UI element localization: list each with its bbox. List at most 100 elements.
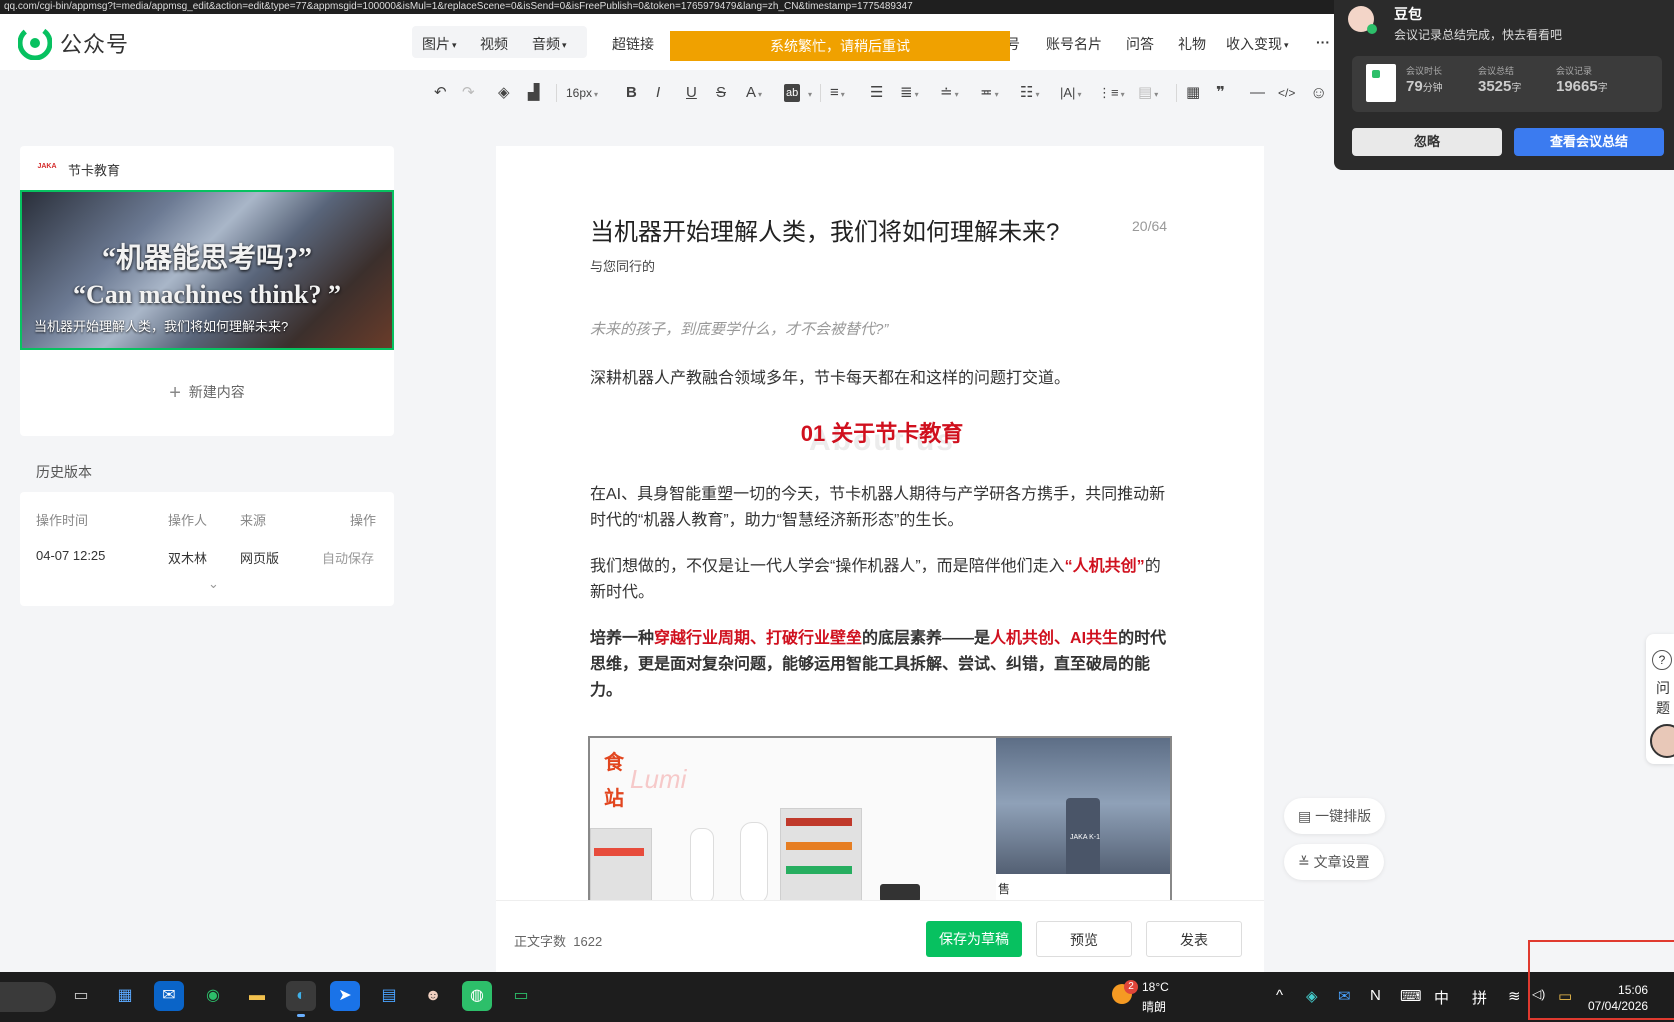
toolbar-divider bbox=[556, 84, 557, 102]
nav-monetize[interactable]: 收入变现 ▾ bbox=[1226, 34, 1289, 54]
paragraph-spacing-icon[interactable]: ≐ ▾ bbox=[940, 84, 959, 104]
nav-audio[interactable]: 音频 ▾ bbox=[532, 34, 567, 54]
article-title-input[interactable]: 当机器开始理解人类，我们将如何理解未来? bbox=[590, 212, 1059, 247]
ignore-button[interactable]: 忽略 bbox=[1352, 128, 1502, 156]
history-versions-card: 操作时间 操作人 来源 操作 04-07 12:25 双木林 网页版 自动保存 … bbox=[20, 492, 394, 606]
clear-format-icon[interactable]: ▟ bbox=[528, 84, 540, 102]
retail-robot-image: 食 站 Lumi bbox=[590, 738, 998, 902]
image-caption: 售 bbox=[998, 882, 1011, 896]
help-label-2: 题 bbox=[1656, 700, 1670, 716]
history-row-operator: 双木林 bbox=[168, 551, 208, 566]
highlight-caret-icon[interactable]: ▾ bbox=[806, 84, 812, 104]
nav-image[interactable]: 图片 ▾ bbox=[422, 34, 457, 54]
ime-pinyin-icon[interactable]: 拼 bbox=[1472, 987, 1487, 1008]
wechat-icon[interactable]: ◍ bbox=[462, 981, 492, 1011]
table-icon[interactable]: ▦ bbox=[1186, 84, 1200, 102]
view-summary-button[interactable]: 查看会议总结 bbox=[1514, 128, 1664, 156]
font-color-icon[interactable]: A ▾ bbox=[746, 84, 762, 104]
publish-button[interactable]: 发表 bbox=[1146, 921, 1242, 957]
shelf-shape bbox=[590, 828, 652, 902]
wechat-work-icon[interactable]: ◉ bbox=[198, 981, 228, 1011]
highlight-icon[interactable]: ab bbox=[784, 84, 801, 102]
task-view-icon[interactable]: ▭ bbox=[66, 981, 96, 1011]
goods-shape bbox=[594, 848, 644, 856]
letter-spacing-icon[interactable]: |A| ▾ bbox=[1060, 84, 1081, 104]
notification-body: 会议记录总结完成，快去看看吧 bbox=[1394, 28, 1563, 42]
doubao-avatar bbox=[1348, 6, 1377, 34]
quote-icon[interactable]: ❞ bbox=[1216, 84, 1225, 102]
tray-chevron-up-icon[interactable]: ^ bbox=[1276, 987, 1283, 1004]
nav-qa[interactable]: 问答 bbox=[1126, 34, 1154, 54]
mp-logo[interactable]: 公众号 bbox=[18, 26, 129, 60]
new-content-button[interactable]: + 新建内容 bbox=[20, 382, 394, 405]
bold-icon[interactable]: B bbox=[626, 84, 637, 102]
save-draft-button[interactable]: 保存为草稿 bbox=[926, 921, 1022, 957]
list-indent-icon[interactable]: ☷ ▾ bbox=[1020, 84, 1039, 104]
preview-button[interactable]: 预览 bbox=[1036, 921, 1132, 957]
robot-arm-shape bbox=[690, 828, 714, 902]
help-side-tab[interactable]: ? 问 题 bbox=[1646, 634, 1674, 764]
goods-shape bbox=[786, 842, 852, 850]
history-row-source: 网页版 bbox=[240, 551, 280, 566]
meeting-app-icon[interactable]: ▭ bbox=[506, 981, 536, 1011]
edge-browser-icon[interactable]: ◐ bbox=[286, 981, 316, 1017]
one-click-layout-button[interactable]: ▤ 一键排版 bbox=[1284, 798, 1386, 834]
history-row-action[interactable]: 自动保存 bbox=[322, 548, 374, 567]
float-icon[interactable]: ▤ ▾ bbox=[1138, 84, 1158, 104]
nav-hyperlink[interactable]: 超链接 bbox=[612, 34, 654, 54]
cover-quote-en: “Can machines think? ” bbox=[73, 280, 341, 309]
weather-badge: 2 bbox=[1124, 980, 1138, 994]
paragraph-after-icon[interactable]: ≖ ▾ bbox=[980, 84, 999, 104]
cover-caption: 当机器开始理解人类，我们将如何理解未来? bbox=[34, 319, 289, 334]
notepad-icon[interactable]: ▤ bbox=[374, 981, 404, 1011]
nav-gift[interactable]: 礼物 bbox=[1178, 34, 1206, 54]
line-spacing-icon[interactable]: ≣ ▾ bbox=[900, 84, 919, 104]
notion-icon[interactable]: N bbox=[1370, 987, 1381, 1004]
highlight-annotation-box bbox=[1528, 940, 1674, 1020]
feishu-icon[interactable]: ➤ bbox=[330, 981, 360, 1011]
font-size-select[interactable]: 16px ▾ bbox=[566, 84, 598, 104]
indent-icon[interactable]: ☰ bbox=[870, 84, 883, 102]
article-editor[interactable]: 当机器开始理解人类，我们将如何理解未来? 20/64 与您同行的 未来的孩子，到… bbox=[496, 146, 1264, 902]
article-cover-thumbnail[interactable]: “机器能思考吗?” “Can machines think? ” 当机器开始理解… bbox=[20, 190, 394, 350]
code-icon[interactable]: </> bbox=[1278, 84, 1295, 102]
nav-video[interactable]: 视频 bbox=[480, 34, 508, 54]
strikethrough-icon[interactable]: S bbox=[716, 84, 726, 102]
nav-account-card[interactable]: 账号名片 bbox=[1046, 34, 1102, 54]
author-input[interactable]: 与您同行的 bbox=[590, 256, 655, 275]
editor-footer: 正文字数 1622 保存为草稿 预览 发表 bbox=[496, 900, 1264, 973]
stat-value-duration: 79分钟 bbox=[1406, 78, 1443, 95]
italic-icon[interactable]: I bbox=[656, 84, 660, 102]
robot-arm-shape bbox=[740, 822, 768, 902]
help-icon: ? bbox=[1652, 650, 1672, 670]
redo-icon[interactable]: ↷ bbox=[462, 84, 475, 102]
outlook-icon[interactable]: ✉ bbox=[154, 981, 184, 1011]
stat-value-record: 19665字 bbox=[1556, 78, 1608, 95]
history-header-operator: 操作人 bbox=[168, 513, 208, 528]
account-row: JAKA 节卡教育 bbox=[36, 160, 120, 179]
align-icon[interactable]: ≡ ▾ bbox=[830, 84, 845, 104]
stat-value-summary: 3525字 bbox=[1478, 78, 1522, 95]
ime-chinese-icon[interactable]: 中 bbox=[1434, 987, 1449, 1008]
bullet-list-icon[interactable]: ⋮≡ ▾ bbox=[1098, 84, 1125, 104]
doubao-app-icon[interactable]: ☻ bbox=[418, 981, 448, 1011]
stat-label-record: 会议记录 bbox=[1556, 66, 1593, 76]
more-icon[interactable]: ··· bbox=[1316, 34, 1330, 50]
defender-icon[interactable]: ◈ bbox=[1306, 987, 1318, 1005]
emoji-icon[interactable]: ☺ bbox=[1310, 84, 1327, 102]
taskbar-search[interactable] bbox=[0, 982, 56, 1012]
store-icon[interactable]: ▦ bbox=[110, 981, 140, 1011]
file-explorer-icon[interactable]: ▬ bbox=[242, 981, 272, 1011]
article-image[interactable]: 食 站 Lumi JAKA K-1 售 bbox=[588, 736, 1172, 902]
undo-icon[interactable]: ↶ bbox=[434, 84, 447, 102]
underline-icon[interactable]: U bbox=[686, 84, 697, 102]
wifi-icon[interactable]: ≋ bbox=[1508, 987, 1521, 1005]
article-settings-button[interactable]: ≚ 文章设置 bbox=[1284, 844, 1384, 880]
keyboard-icon[interactable]: ⌨ bbox=[1400, 987, 1422, 1005]
tray-outlook-icon[interactable]: ✉ bbox=[1338, 987, 1351, 1005]
chevron-down-icon[interactable]: ⌄ bbox=[208, 576, 219, 592]
divider-line-icon[interactable]: — bbox=[1250, 84, 1265, 102]
layout-icon: ▤ bbox=[1298, 808, 1316, 824]
weather-temp[interactable]: 18°C bbox=[1142, 980, 1169, 994]
format-painter-icon[interactable]: ◈ bbox=[498, 84, 510, 102]
